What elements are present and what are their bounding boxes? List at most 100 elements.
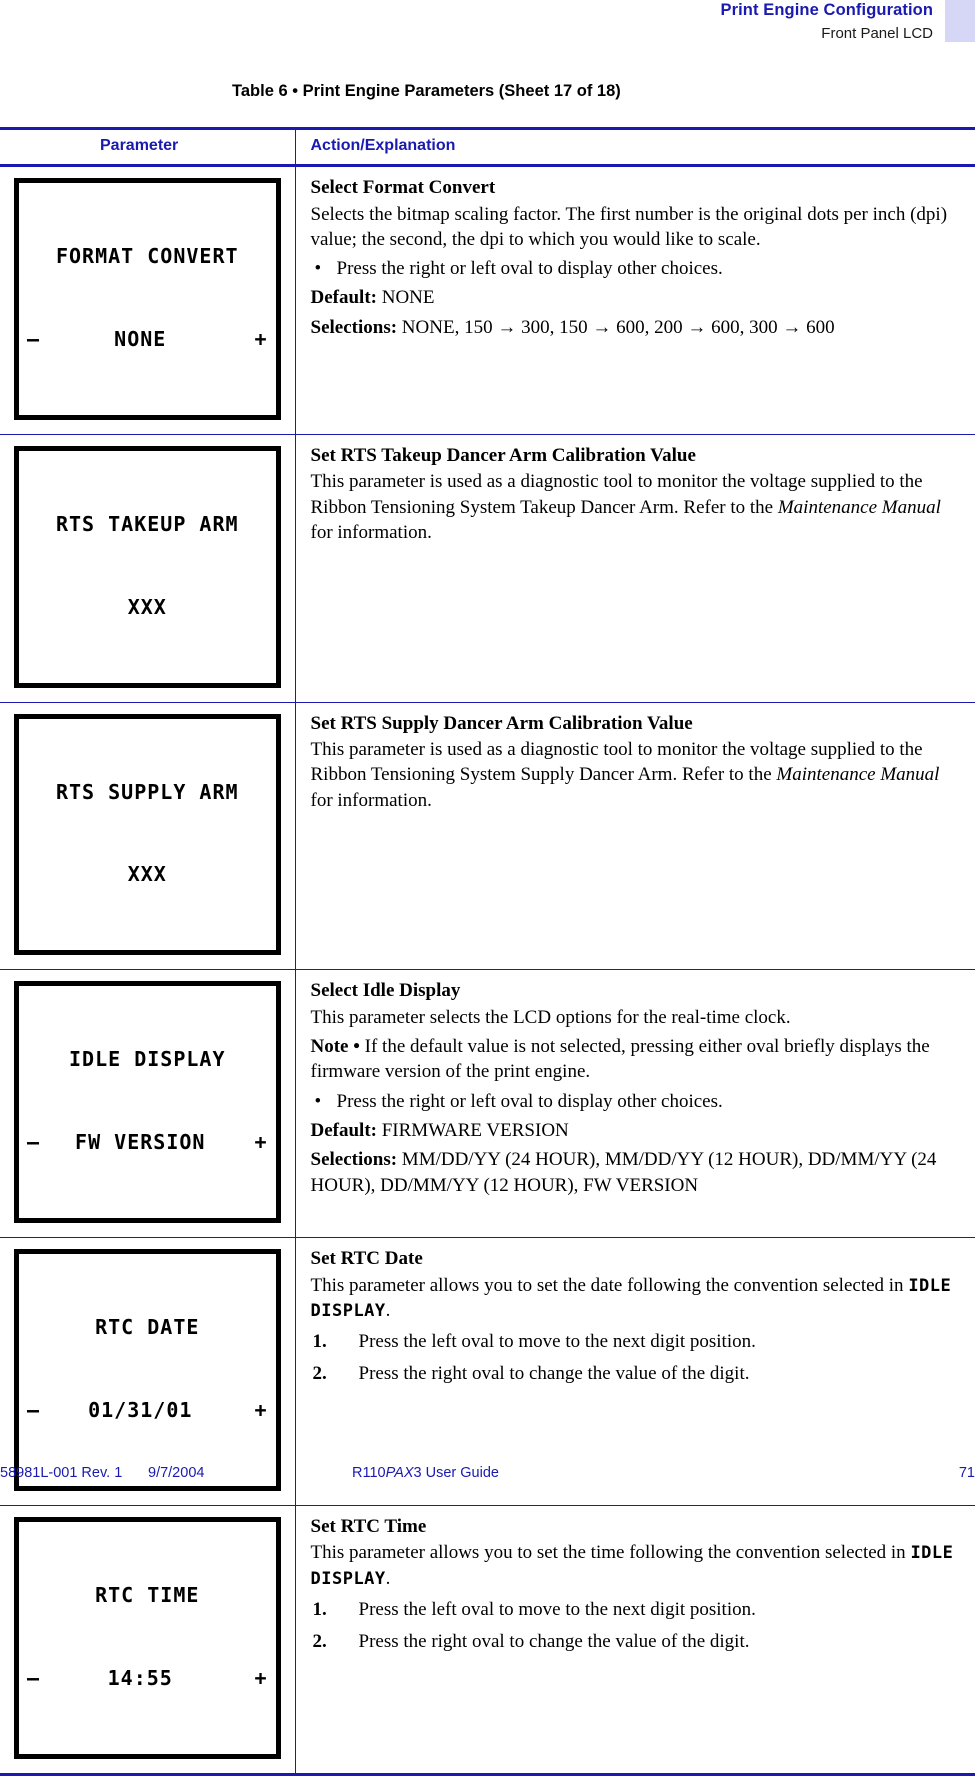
- action-heading: Set RTC Time: [310, 1515, 427, 1537]
- page-header: Print Engine Configuration Front Panel L…: [0, 0, 975, 60]
- column-header-action: Action/Explanation: [295, 127, 975, 167]
- note-label: Note •: [310, 1036, 360, 1058]
- action-steps: 1. Press the left oval to move to the nex…: [311, 1329, 960, 1387]
- step-number: 1.: [312, 1598, 327, 1620]
- footer-page-number: 71: [958, 1465, 975, 1481]
- action-cell: Select Format Convert Selects the bitmap…: [295, 165, 975, 435]
- step-text: Press the right oval to change the value…: [358, 1363, 750, 1385]
- lcd-line-value: – 01/31/01 +: [27, 1397, 268, 1425]
- lcd-line-title: FORMAT CONVERT: [55, 244, 239, 269]
- step-text: Press the right oval to change the value…: [358, 1631, 750, 1653]
- action-paragraph: This parameter is used as a diagnostic t…: [311, 737, 960, 813]
- action-heading: Select Format Convert: [310, 177, 496, 198]
- footer-guide-italic: PAX: [385, 1465, 414, 1481]
- step-item: 1. Press the left oval to move to the nex…: [311, 1597, 960, 1622]
- action-paragraph: This parameter is used as a diagnostic t…: [311, 469, 960, 545]
- action-heading: Select Idle Display: [310, 980, 461, 1002]
- lcd-value: 01/31/01: [88, 1397, 193, 1422]
- table-header: Parameter Action/Explanation: [0, 127, 975, 167]
- action-default: Default: NONE: [311, 285, 960, 310]
- table-header-row: Parameter Action/Explanation: [0, 127, 975, 167]
- step-item: 2. Press the right oval to change the val…: [311, 1629, 960, 1654]
- lcd-value: FW VERSION: [75, 1130, 206, 1155]
- note-text: If the default value is not selected, pr…: [310, 1036, 930, 1083]
- parameter-cell: RTS TAKEUP ARM XXX: [0, 434, 296, 703]
- selections-value: NONE, 150 → 300, 150 → 600, 200 → 600, 3…: [401, 316, 835, 338]
- table-body: FORMAT CONVERT – NONE + Select Format Co…: [0, 165, 975, 1776]
- lcd-line-title: RTC DATE: [95, 1315, 200, 1340]
- lcd-line-title: RTS TAKEUP ARM: [55, 511, 239, 536]
- print-engine-parameters-table: Parameter Action/Explanation FORMAT CONV…: [0, 127, 975, 1776]
- parameter-cell: IDLE DISPLAY – FW VERSION +: [0, 969, 296, 1238]
- action-bullet: Press the right or left oval to display …: [311, 256, 960, 282]
- action-heading: Set RTC Date: [310, 1248, 423, 1269]
- lcd-value: NONE: [114, 326, 167, 351]
- action-selections: Selections: NONE, 150 → 300, 150 → 600, …: [311, 315, 960, 340]
- lcd-minus-icon: –: [27, 1665, 41, 1690]
- action-paragraph: This parameter allows you to set the tim…: [311, 1540, 960, 1591]
- lcd-line-title: RTS SUPPLY ARM: [55, 779, 239, 804]
- table-row: RTC TIME – 14:55 + Set RTC Time This par…: [0, 1505, 975, 1776]
- selections-value: MM/DD/YY (24 HOUR), MM/DD/YY (12 HOUR), …: [310, 1149, 937, 1196]
- manual-reference: Maintenance Manual: [777, 496, 941, 518]
- lcd-minus-icon: –: [27, 1130, 41, 1155]
- lcd-line-value: – FW VERSION +: [27, 1129, 268, 1157]
- action-heading: Set RTS Supply Dancer Arm Calibration Va…: [310, 712, 693, 734]
- lcd-plus-icon: +: [254, 1665, 268, 1690]
- action-paragraph-pre: This parameter allows you to set the tim…: [310, 1542, 911, 1564]
- action-default: Default: FIRMWARE VERSION: [311, 1118, 960, 1143]
- default-value: NONE: [381, 287, 435, 309]
- default-label: Default:: [310, 287, 377, 309]
- table-row: IDLE DISPLAY – FW VERSION + Select Idle …: [0, 969, 975, 1238]
- step-item: 1. Press the left oval to move to the nex…: [311, 1329, 960, 1354]
- action-cell: Set RTC Time This parameter allows you t…: [295, 1505, 975, 1776]
- step-number: 2.: [312, 1631, 327, 1653]
- table-caption: Table 6 • Print Engine Parameters (Sheet…: [232, 82, 621, 100]
- step-text: Press the left oval to move to the next …: [358, 1331, 756, 1353]
- parameter-cell: RTS SUPPLY ARM XXX: [0, 702, 296, 971]
- action-paragraph-post: .: [385, 1299, 391, 1321]
- lcd-line-value: – 14:55 +: [27, 1665, 268, 1693]
- table-row: RTS SUPPLY ARM XXX Set RTS Supply Dancer…: [0, 702, 975, 971]
- selections-label: Selections:: [310, 1149, 398, 1171]
- lcd-panel-format-convert: FORMAT CONVERT – NONE +: [14, 178, 281, 420]
- action-note: Note • If the default value is not selec…: [311, 1034, 960, 1085]
- lcd-panel-rts-takeup-arm: RTS TAKEUP ARM XXX: [14, 445, 281, 688]
- action-paragraph-post: for information.: [310, 789, 432, 811]
- default-label: Default:: [310, 1120, 377, 1141]
- action-paragraph-post: for information.: [310, 521, 432, 543]
- step-number: 2.: [312, 1363, 327, 1385]
- header-subtitle: Front Panel LCD: [821, 25, 933, 42]
- lcd-line-value: XXX: [127, 594, 167, 619]
- manual-reference: Maintenance Manual: [776, 764, 940, 786]
- lcd-panel-rtc-date: RTC DATE – 01/31/01 +: [14, 1249, 281, 1491]
- lcd-panel-rtc-time: RTC TIME – 14:55 +: [14, 1516, 281, 1759]
- parameter-cell: RTC TIME – 14:55 +: [0, 1505, 296, 1776]
- action-selections: Selections: MM/DD/YY (24 HOUR), MM/DD/YY…: [311, 1147, 960, 1198]
- lcd-line-title: RTC TIME: [95, 1582, 200, 1607]
- header-title: Print Engine Configuration: [720, 1, 933, 19]
- page-edge-tab: [945, 0, 975, 42]
- footer-date: 9/7/2004: [148, 1465, 205, 1481]
- lcd-value: 14:55: [107, 1665, 173, 1690]
- footer-guide-post: 3 User Guide: [413, 1465, 499, 1481]
- lcd-line-title: IDLE DISPLAY: [69, 1047, 226, 1072]
- lcd-panel-idle-display: IDLE DISPLAY – FW VERSION +: [14, 981, 281, 1223]
- action-cell: Select Idle Display This parameter selec…: [295, 969, 975, 1238]
- action-paragraph: This parameter selects the LCD options f…: [310, 1006, 791, 1028]
- action-steps: 1. Press the left oval to move to the nex…: [311, 1597, 960, 1655]
- lcd-plus-icon: +: [254, 1130, 268, 1155]
- footer-document-id: 58981L-001 Rev. 1: [0, 1465, 123, 1481]
- action-bullet: Press the right or left oval to display …: [311, 1089, 960, 1115]
- action-cell: Set RTS Takeup Dancer Arm Calibration Va…: [295, 434, 975, 703]
- column-header-parameter: Parameter: [0, 127, 296, 167]
- action-paragraph: This parameter allows you to set the dat…: [311, 1273, 960, 1324]
- footer-guide-pre: R110: [352, 1465, 386, 1481]
- action-paragraph-pre: This parameter allows you to set the dat…: [310, 1274, 909, 1296]
- lcd-line-value: XXX: [127, 862, 167, 887]
- table-row: RTS TAKEUP ARM XXX Set RTS Takeup Dancer…: [0, 434, 975, 703]
- footer-guide-title: R110PAX3 User Guide: [352, 1465, 499, 1481]
- step-item: 2. Press the right oval to change the val…: [311, 1361, 960, 1386]
- action-paragraph-post: .: [385, 1567, 391, 1589]
- step-text: Press the left oval to move to the next …: [358, 1598, 756, 1620]
